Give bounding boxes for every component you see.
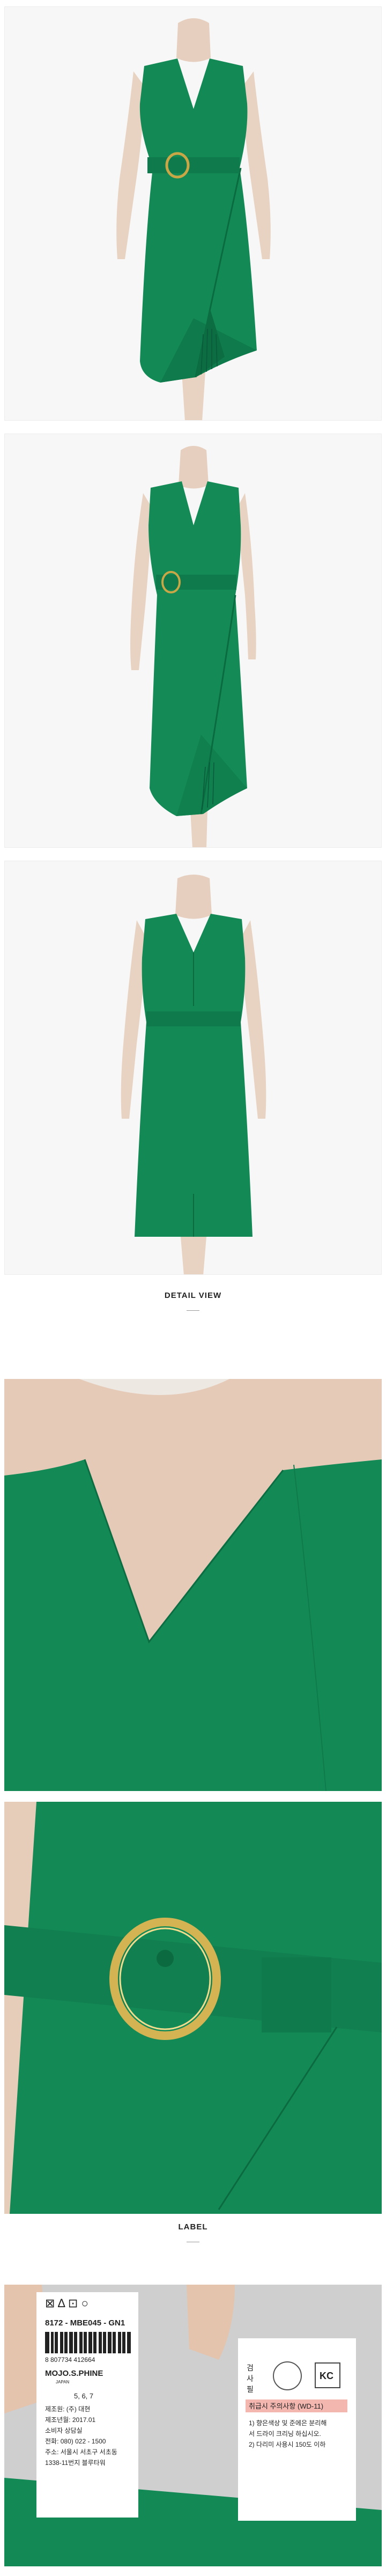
neckline-closeup-image	[4, 1379, 382, 1791]
care-tag-maker: 제조원: (주) 대현	[45, 2405, 90, 2413]
belt-closeup-image	[4, 1802, 382, 2214]
care-tag-phone: 전화: 080) 022 - 1500	[45, 2438, 106, 2445]
detail-photo-neckline	[4, 1379, 382, 1791]
care-tag-address2: 1338-11번지 블루타워	[45, 2459, 106, 2467]
inspection-caution: 취급시 주의사항 (WD-11)	[249, 2402, 323, 2410]
inspection-line-1: 1) 향은색상 및 준에은 분리해	[249, 2419, 326, 2427]
care-tag-brand-sub: JAPAN	[56, 2380, 69, 2384]
label-photo: .tg { font-family: "Liberation Sans", sa…	[4, 2285, 382, 2566]
detail-view-heading: DETAIL VIEW	[164, 1291, 222, 1300]
care-tag-sizes: 5, 6, 7	[74, 2392, 93, 2400]
inspection-vertical-char-2: 사	[247, 2374, 254, 2383]
care-label-image: .tg { font-family: "Liberation Sans", sa…	[4, 2285, 382, 2566]
dress-front-image	[5, 7, 381, 420]
product-photo-angle	[4, 434, 382, 848]
dress-angle-image	[5, 434, 381, 847]
care-tag-made-date: 제조년월: 2017.01	[45, 2416, 96, 2424]
care-tag-barcode-digits: 8 807734 412664	[45, 2356, 95, 2364]
label-heading: LABEL	[178, 2222, 208, 2232]
inspection-vertical-char-1: 검	[247, 2364, 254, 2372]
inspection-line-2: 서 드라이 크리닝 하십시오.	[249, 2430, 321, 2438]
product-photo-back	[4, 861, 382, 1275]
detail-photo-belt	[4, 1802, 382, 2214]
inspection-vertical-char-3: 필	[247, 2385, 254, 2394]
inspection-vertical-label: 검 사 필	[247, 2364, 254, 2394]
detail-view-divider	[187, 1310, 199, 1311]
kc-mark-icon: KC	[320, 2370, 333, 2381]
care-symbols-icon: ⊠ Δ ⊡ ○	[45, 2296, 88, 2310]
inspection-line-3: 2) 다리미 사용시 150도 이하	[249, 2441, 325, 2448]
care-tag-brand: MOJO.S.PHINE	[45, 2369, 103, 2378]
care-tag-address: 주소: 서울시 서초구 서초동	[45, 2448, 117, 2456]
care-tag-service: 소비자 상담실	[45, 2427, 83, 2434]
product-photo-front	[4, 6, 382, 421]
care-tag-style-code: 8172 - MBE045 - GN1	[45, 2318, 125, 2328]
dress-back-image	[5, 861, 381, 1274]
